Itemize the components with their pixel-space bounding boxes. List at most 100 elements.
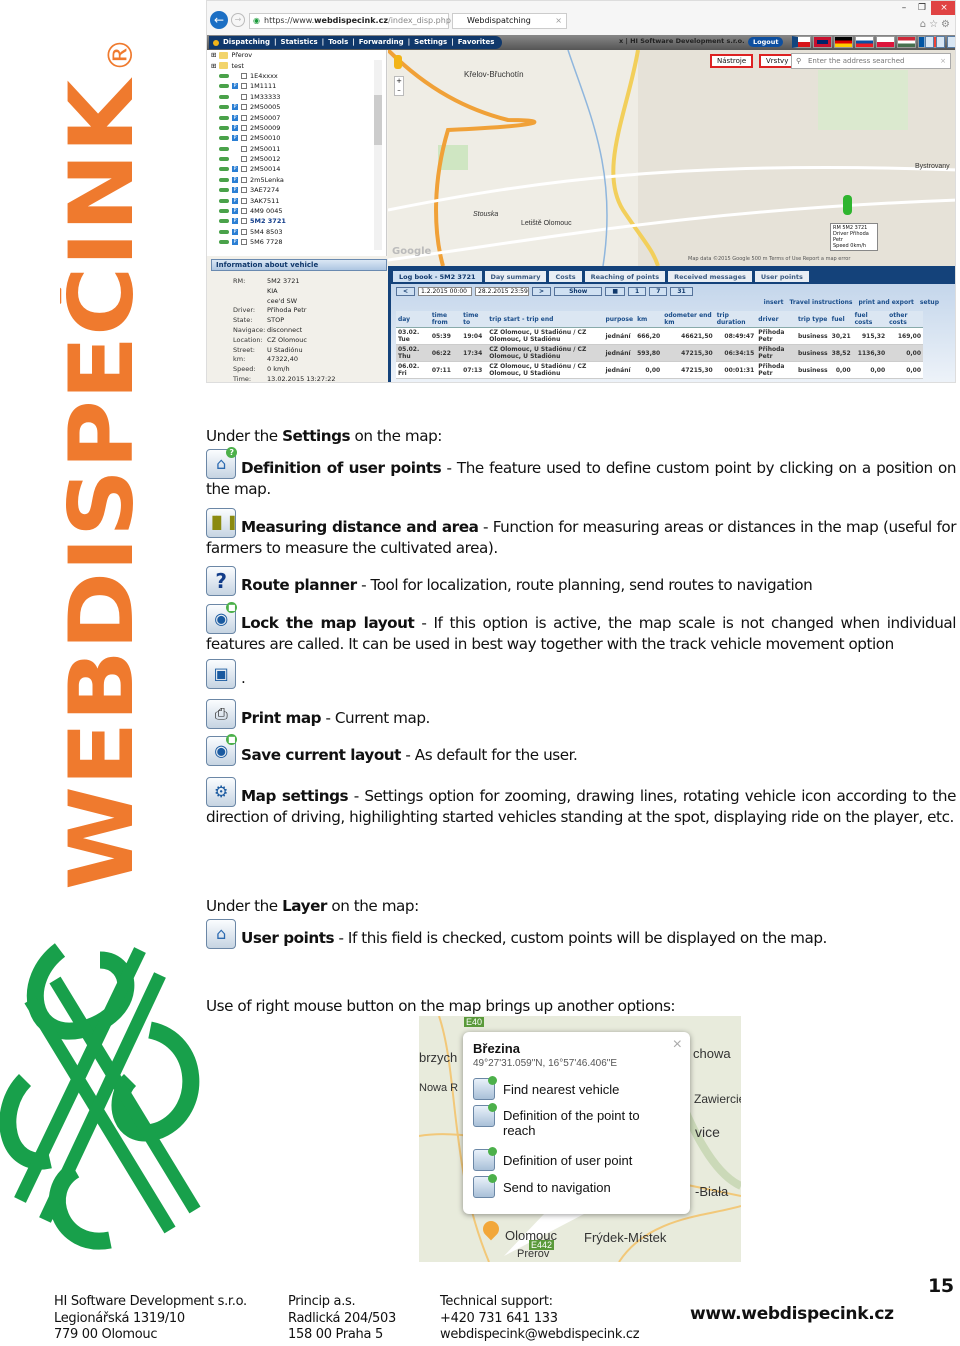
date-from-input[interactable]: 1.2.2015 00:00 <box>418 287 473 296</box>
flag-sk-icon[interactable] <box>855 36 874 48</box>
column-header[interactable]: day <box>396 311 430 328</box>
vehicle-checkbox[interactable] <box>241 104 247 111</box>
table-row[interactable]: 05.02. Thu 06:22 17:34 CZ Olomouc, U Stadió… <box>396 344 923 362</box>
menu-statistics[interactable]: Statistics <box>281 36 318 49</box>
close-button[interactable]: × <box>931 1 955 15</box>
tree-vehicle-item[interactable]: P 4M9 0045 <box>207 206 386 216</box>
flag-cz-icon[interactable] <box>792 36 811 48</box>
column-header[interactable]: time from <box>429 311 462 328</box>
context-item-send-to-navigation[interactable]: Send to navigation <box>473 1174 611 1198</box>
tools-button[interactable]: Nástroje <box>710 54 754 68</box>
insert-link[interactable]: insert <box>764 299 784 306</box>
menu-settings[interactable]: Settings <box>414 36 447 49</box>
menu-favorites[interactable]: Favorites <box>458 36 495 49</box>
prev-period-button[interactable]: < <box>396 287 416 296</box>
user-point-icon[interactable]: ⌂? <box>206 447 237 479</box>
tree-vehicle-item[interactable]: P 2M50009 <box>207 123 386 133</box>
vehicle-checkbox[interactable] <box>241 197 247 204</box>
tree-vehicle-item[interactable]: 1E4xxxx <box>207 71 386 81</box>
forward-button[interactable]: → <box>231 13 245 27</box>
vehicle-checkbox[interactable] <box>241 124 247 131</box>
maximize-button[interactable]: ❐ <box>913 1 931 15</box>
footer-website[interactable]: www.webdispecink.cz <box>690 1306 894 1323</box>
browser-tab[interactable]: Webdispatching × <box>452 13 567 29</box>
logbook-tab[interactable]: Costs <box>549 271 582 282</box>
vehicle-checkbox[interactable] <box>241 114 247 121</box>
tree-vehicle-item[interactable]: P 3AK7511 <box>207 195 386 205</box>
minimize-button[interactable]: – <box>895 1 913 15</box>
map-settings-icon[interactable]: ⚙ <box>206 777 236 807</box>
route-planner-icon[interactable]: ? <box>206 566 236 596</box>
save-icon[interactable] <box>947 36 955 48</box>
period-1-button[interactable]: 1 <box>628 287 647 296</box>
context-item-user-point[interactable]: Definition of user point <box>473 1147 632 1171</box>
tree-vehicle-item[interactable]: 2M50011 <box>207 144 386 154</box>
gear-icon[interactable]: ⚙ <box>941 19 953 30</box>
flag-pl-icon[interactable] <box>876 36 895 48</box>
tree-vehicle-item[interactable]: P 2M50010 <box>207 133 386 143</box>
logbook-tab[interactable]: Received messages <box>668 271 752 282</box>
street-view-icon[interactable] <box>394 55 402 69</box>
date-to-input[interactable]: 28.2.2015 23:59 <box>475 287 530 296</box>
tree-vehicle-item[interactable]: P 2M50005 <box>207 102 386 112</box>
user-points-layer-icon[interactable]: ⌂ <box>206 919 236 949</box>
clear-icon[interactable]: × <box>940 54 946 68</box>
vehicle-checkbox[interactable] <box>241 166 247 173</box>
address-search[interactable]: ⚲ Enter the address searched × <box>791 53 951 69</box>
menu-forwarding[interactable]: Forwarding <box>359 36 404 49</box>
tree-vehicle-item[interactable]: 1M33333 <box>207 92 386 102</box>
tree-vehicle-item[interactable]: P 2M50014 <box>207 164 386 174</box>
next-period-button[interactable]: > <box>532 287 552 296</box>
vehicle-checkbox[interactable] <box>241 228 247 235</box>
logbook-tab[interactable]: Log book - 5M2 3721 <box>393 271 482 282</box>
menu-tools[interactable]: Tools <box>328 36 348 49</box>
tree-vehicle-item[interactable]: P 1M1111 <box>207 81 386 91</box>
vehicle-checkbox[interactable] <box>241 208 247 215</box>
tree-vehicle-item[interactable]: P 5M2 3721 <box>207 216 386 226</box>
vehicle-marker[interactable] <box>843 195 852 215</box>
column-header[interactable]: fuel <box>829 311 853 328</box>
track-vehicle-icon[interactable]: ▣ <box>206 659 236 689</box>
tab-close-icon[interactable]: × <box>555 14 562 28</box>
logbook-tab[interactable]: Day summary <box>484 271 547 282</box>
print-export-link[interactable]: print and export <box>858 299 913 306</box>
flag-hu-icon[interactable] <box>897 36 916 48</box>
print-icon[interactable]: ⎙ <box>206 699 236 729</box>
map-view[interactable]: Křelov-Břuchotín Letiště Olomouc Stouska… <box>388 50 955 266</box>
period-7-button[interactable]: 7 <box>649 287 668 296</box>
vehicle-checkbox[interactable] <box>241 145 247 152</box>
timer-icon[interactable] <box>936 36 945 48</box>
vehicle-checkbox[interactable] <box>241 156 247 163</box>
context-item-find-nearest-vehicle[interactable]: Find nearest vehicle <box>473 1076 619 1100</box>
tree-vehicle-item[interactable]: P 2M50007 <box>207 112 386 122</box>
column-header[interactable]: trip duration <box>714 311 757 328</box>
travel-instructions-link[interactable]: Travel instructions <box>789 299 852 306</box>
tree-vehicle-item[interactable]: 2M50012 <box>207 154 386 164</box>
address-bar[interactable]: ◉ https://www.webdispecink.cz/index_disp… <box>249 13 451 29</box>
column-header[interactable]: other costs <box>887 311 923 328</box>
vehicle-checkbox[interactable] <box>241 176 247 183</box>
layers-button[interactable]: Vrstvy <box>759 54 796 68</box>
favorites-star-icon[interactable]: ☆ <box>929 19 941 30</box>
logout-button[interactable]: Logout <box>748 37 784 47</box>
column-header[interactable]: odometer end km <box>662 311 715 328</box>
measure-icon[interactable]: ▐▌▐ <box>206 508 236 538</box>
table-row[interactable]: 06.02. Fri 07:11 07:13 CZ Olomouc, U Stadió… <box>396 361 923 379</box>
tree-vehicle-item[interactable]: P 5M6 7728 <box>207 237 386 247</box>
vehicle-checkbox[interactable] <box>241 239 247 246</box>
column-header[interactable]: km <box>635 311 663 328</box>
home-icon[interactable]: ⌂ <box>920 19 929 30</box>
context-item-point-to-reach[interactable]: Definition of the point to reach <box>473 1103 683 1138</box>
lock-layout-icon[interactable]: ◉ ■ <box>206 602 237 634</box>
close-icon[interactable]: × <box>673 1036 682 1054</box>
zoom-control[interactable]: + – <box>394 76 404 96</box>
vehicle-checkbox[interactable] <box>241 83 247 90</box>
column-header[interactable]: trip start - trip end <box>487 311 604 328</box>
flag-uk-icon[interactable] <box>813 36 832 48</box>
show-button[interactable]: Show <box>554 287 603 296</box>
tree-vehicle-item[interactable]: P 2m5Lenka <box>207 175 386 185</box>
flag-de-icon[interactable] <box>834 36 853 48</box>
menu-dispatching[interactable]: Dispatching <box>223 36 270 49</box>
vehicle-checkbox[interactable] <box>241 135 247 142</box>
period-31-button[interactable]: 31 <box>670 287 693 296</box>
